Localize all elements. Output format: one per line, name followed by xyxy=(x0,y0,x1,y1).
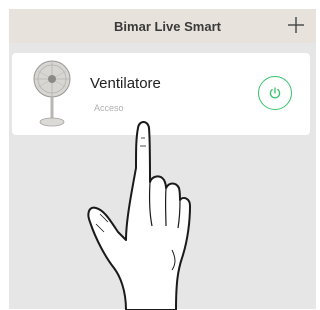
app-title: Bimar Live Smart xyxy=(114,18,221,34)
power-icon xyxy=(269,87,281,99)
fan-image xyxy=(33,60,71,127)
plus-icon xyxy=(288,17,304,33)
app-header: Bimar Live Smart xyxy=(9,9,316,43)
pointing-hand-icon xyxy=(87,121,191,310)
power-toggle-button[interactable] xyxy=(258,76,292,110)
add-device-button[interactable] xyxy=(286,15,306,35)
device-name: Ventilatore xyxy=(90,75,161,92)
